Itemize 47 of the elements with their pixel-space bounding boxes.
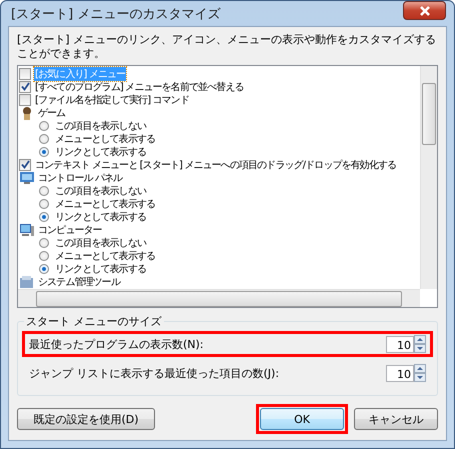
option-label[interactable]: [ファイル名を指定して実行] コマンド — [34, 92, 190, 106]
checkbox[interactable] — [19, 158, 31, 170]
tools-folder-icon — [19, 274, 35, 289]
description-text: [スタート] メニューのリンク、アイコン、メニューの表示や動作をカスタマイズすることができます。 — [17, 33, 438, 61]
computer-icon — [19, 222, 35, 238]
radio-button[interactable] — [39, 212, 49, 222]
radio-label[interactable]: リンクとして表示する — [54, 144, 148, 158]
option-label[interactable]: [すべてのプログラム] メニューを名前で並べ替える — [34, 80, 244, 94]
radio-label[interactable]: メニューとして表示する — [54, 196, 156, 210]
radio-button[interactable] — [39, 238, 49, 248]
group-label: ゲーム — [37, 106, 66, 120]
group-title: スタート メニューのサイズ — [25, 314, 162, 329]
window-title: [スタート] メニューのカスタマイズ — [11, 6, 222, 22]
radio-button[interactable] — [39, 198, 49, 208]
defaults-button[interactable]: 既定の設定を使用(D) — [17, 408, 155, 430]
cancel-button[interactable]: キャンセル — [354, 408, 438, 430]
checkbox[interactable] — [19, 68, 31, 80]
group-label: コントロール パネル — [37, 172, 124, 184]
radio-label[interactable]: リンクとして表示する — [54, 262, 148, 276]
radio-button[interactable] — [39, 186, 49, 196]
group-label: システム管理ツール — [37, 276, 121, 288]
radio-label[interactable]: この項目を表示しない — [54, 184, 148, 198]
radio-label[interactable]: メニューとして表示する — [54, 248, 156, 262]
option-label[interactable]: コンテキスト メニューと [スタート] メニューへの項目のドラッグ/ドロップを有効化する — [34, 158, 398, 172]
field-label: ジャンプ リストに表示する最近使った項目の数(J): — [29, 366, 280, 380]
checkbox[interactable] — [19, 94, 31, 106]
close-button[interactable] — [403, 1, 446, 20]
radio-button[interactable] — [39, 134, 49, 144]
horizontal-scrollbar[interactable] — [18, 289, 420, 307]
ok-button[interactable]: OK — [260, 408, 344, 430]
radio-button[interactable] — [39, 264, 49, 274]
number-field[interactable]: 10 — [386, 336, 414, 352]
spin-arrows-icon[interactable] — [414, 364, 426, 382]
radio-label[interactable]: この項目を表示しない — [54, 236, 148, 250]
radio-label[interactable]: メニューとして表示する — [54, 132, 156, 146]
radio-button[interactable] — [39, 250, 49, 260]
spin-arrows-icon[interactable] — [414, 335, 426, 353]
checkbox[interactable] — [19, 80, 31, 92]
number-field[interactable]: 10 — [386, 364, 414, 382]
field-label: 最近使ったプログラムの表示数(N): — [29, 336, 204, 352]
group-label: コンピューター — [37, 224, 103, 236]
monitor-panel-icon — [19, 170, 35, 186]
radio-label[interactable]: リンクとして表示する — [54, 210, 148, 224]
radio-button[interactable] — [39, 120, 49, 130]
vertical-scrollbar[interactable] — [420, 66, 437, 289]
radio-button[interactable] — [39, 146, 49, 156]
radio-label[interactable]: この項目を表示しない — [54, 118, 148, 132]
